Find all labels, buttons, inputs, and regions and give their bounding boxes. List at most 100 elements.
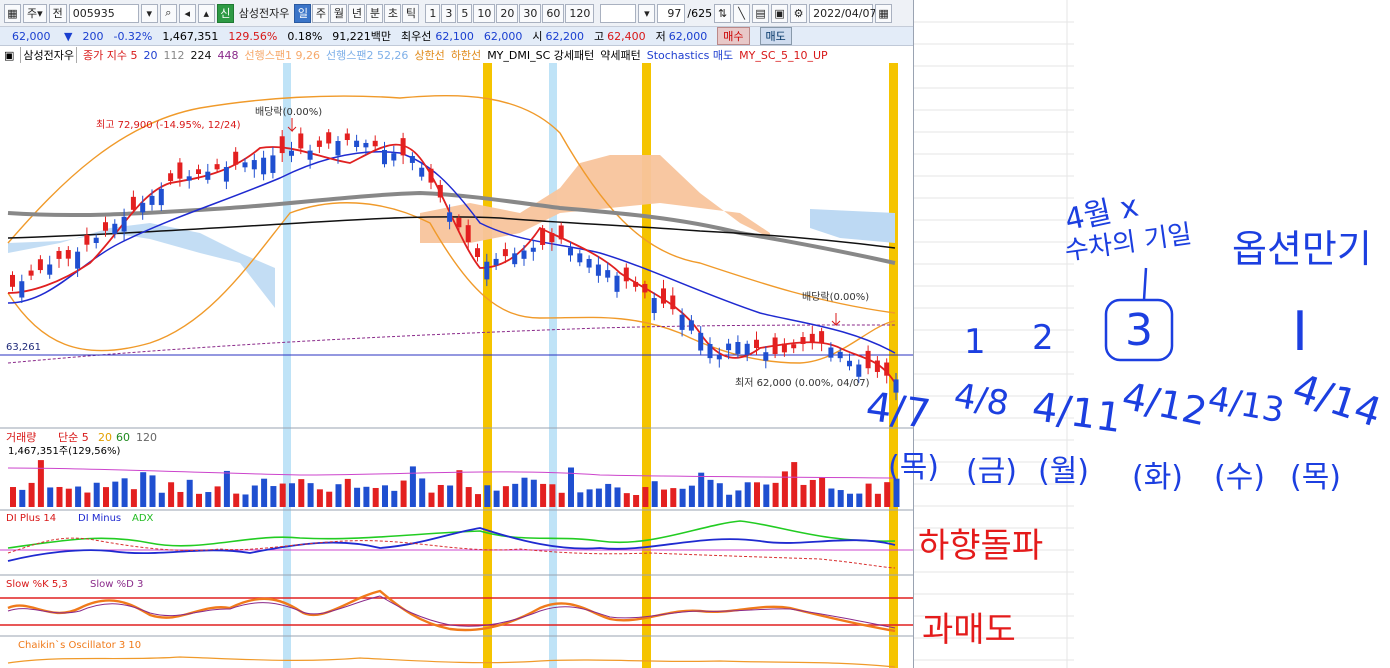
period-select[interactable]: 주 ▾ [23,3,47,23]
print-icon[interactable]: ▤ [752,3,770,23]
candle-body [781,343,787,353]
candle-body [828,347,834,358]
candle-body [409,155,415,163]
tab-틱[interactable]: 틱 [402,3,420,23]
interval-input[interactable] [600,3,637,23]
candle-body [158,188,164,206]
sell-button[interactable]: 매도 [759,27,792,45]
highlight-band-yellow [642,63,651,668]
stoch-k-label: Slow %K 5,3 [6,579,68,590]
interval-30[interactable]: 30 [519,3,542,23]
candle-body [623,267,629,282]
candle-body [512,253,518,265]
tab-년[interactable]: 년 [348,3,366,23]
legend-span1: 선행스팬1 9,26 [244,49,320,62]
tab-주[interactable]: 주 [312,3,330,23]
period-value: 주 [27,7,38,20]
volume-bar [158,492,165,507]
candle-body [819,331,825,344]
volume-bar [475,494,481,507]
code-input[interactable]: 005935 [68,3,139,23]
interval-60[interactable]: 60 [542,3,565,23]
buy-button[interactable]: 매수 [717,27,750,45]
legend-ma448: 448 [217,48,239,62]
low-label: 저 [655,30,666,43]
date-input[interactable]: 2022/04/07 [809,3,877,23]
candle-body [800,337,806,344]
candle-body [335,140,341,156]
volume-bar [270,486,277,507]
note-option-expiry: 옵션만기 [1232,227,1372,271]
candle-body [847,360,852,367]
interval-1[interactable]: 1 [425,3,441,23]
volume-bar [10,487,16,507]
tab-월[interactable]: 월 [330,3,348,23]
volume-ma-label: 단순 5 [58,431,89,444]
search-icon[interactable]: ⌕ [159,3,177,23]
calendar-icon[interactable]: ▦ [875,3,893,23]
legend-weak: 약세패턴 [600,49,641,62]
count-input[interactable]: 97 [657,3,686,23]
volume-value-label: 1,467,351주(129,56%) [8,446,120,457]
volume-bar [754,482,760,507]
line-tool-icon[interactable]: ╲ [733,3,751,23]
high-annotation: 최고 72,900 (-14.95%, 12/24) [96,119,241,131]
interval-120[interactable]: 120 [565,3,595,23]
volume-bar [251,485,258,507]
new-badge: 신 [216,3,234,23]
candle-body [614,275,620,292]
legend-stoch: Stochastics 매도 [646,49,734,62]
candle-body [10,274,15,287]
sound-icon[interactable]: ◂ [178,3,196,23]
candle-body [707,344,713,359]
candle-body [521,250,527,259]
pointer-line [1142,267,1148,301]
dropdown-icon[interactable]: ▾ [140,3,158,23]
volume-bar [196,493,202,507]
candle-body [577,253,583,263]
high-label: 고 [594,30,605,43]
volume-bar [409,466,416,507]
candle-body [354,140,360,147]
interval-5[interactable]: 5 [457,3,473,23]
tab-분[interactable]: 분 [366,3,384,23]
volume-bar [37,460,44,507]
tab-초[interactable]: 초 [384,3,402,23]
candle-body [465,225,471,243]
price-chart-area[interactable]: 63,261 최고 72,900 (-14.95%, 12/24) 배당락(0.… [0,63,913,668]
scroll-icon[interactable]: ▴ [197,3,215,23]
candle-body [837,351,843,359]
legend-mysc: MY_SC_5_10_UP [739,48,828,62]
volume-bar [716,483,723,507]
split-icon[interactable]: ⇅ [714,3,732,23]
note-number-2: 2 [1032,318,1054,358]
candle-body [874,360,880,372]
amount: 91,221백만 [332,30,392,43]
note-oversold: 과매도 [922,610,1016,650]
tab-일[interactable]: 일 [294,3,312,23]
open-value: 62,200 [545,29,585,43]
candle-body [75,251,81,269]
candle-body [47,264,53,275]
interval-3[interactable]: 3 [441,3,457,23]
legend-box-icon[interactable]: ▣ [4,49,14,62]
interval-10[interactable]: 10 [473,3,496,23]
volume-bar [521,477,528,507]
type-button[interactable]: 전 [48,3,67,23]
layout-icon[interactable]: ▦ [4,3,21,23]
volume-bar [679,488,686,507]
volume-bar [47,487,54,507]
candle-body [726,343,732,351]
candle-body [865,350,871,369]
save-icon[interactable]: ▣ [771,3,789,23]
candle-body [168,173,174,181]
candle-body [233,151,239,165]
volume-bar [205,492,212,507]
volume-bar [595,488,602,507]
gear-icon[interactable]: ⚙ [790,3,808,23]
candle-body [103,222,108,231]
dmi-plus-label: DI Plus 14 [6,513,56,524]
interval-20[interactable]: 20 [496,3,519,23]
interval-dropdown-icon[interactable]: ▾ [638,3,656,23]
volume-bar [837,490,844,507]
